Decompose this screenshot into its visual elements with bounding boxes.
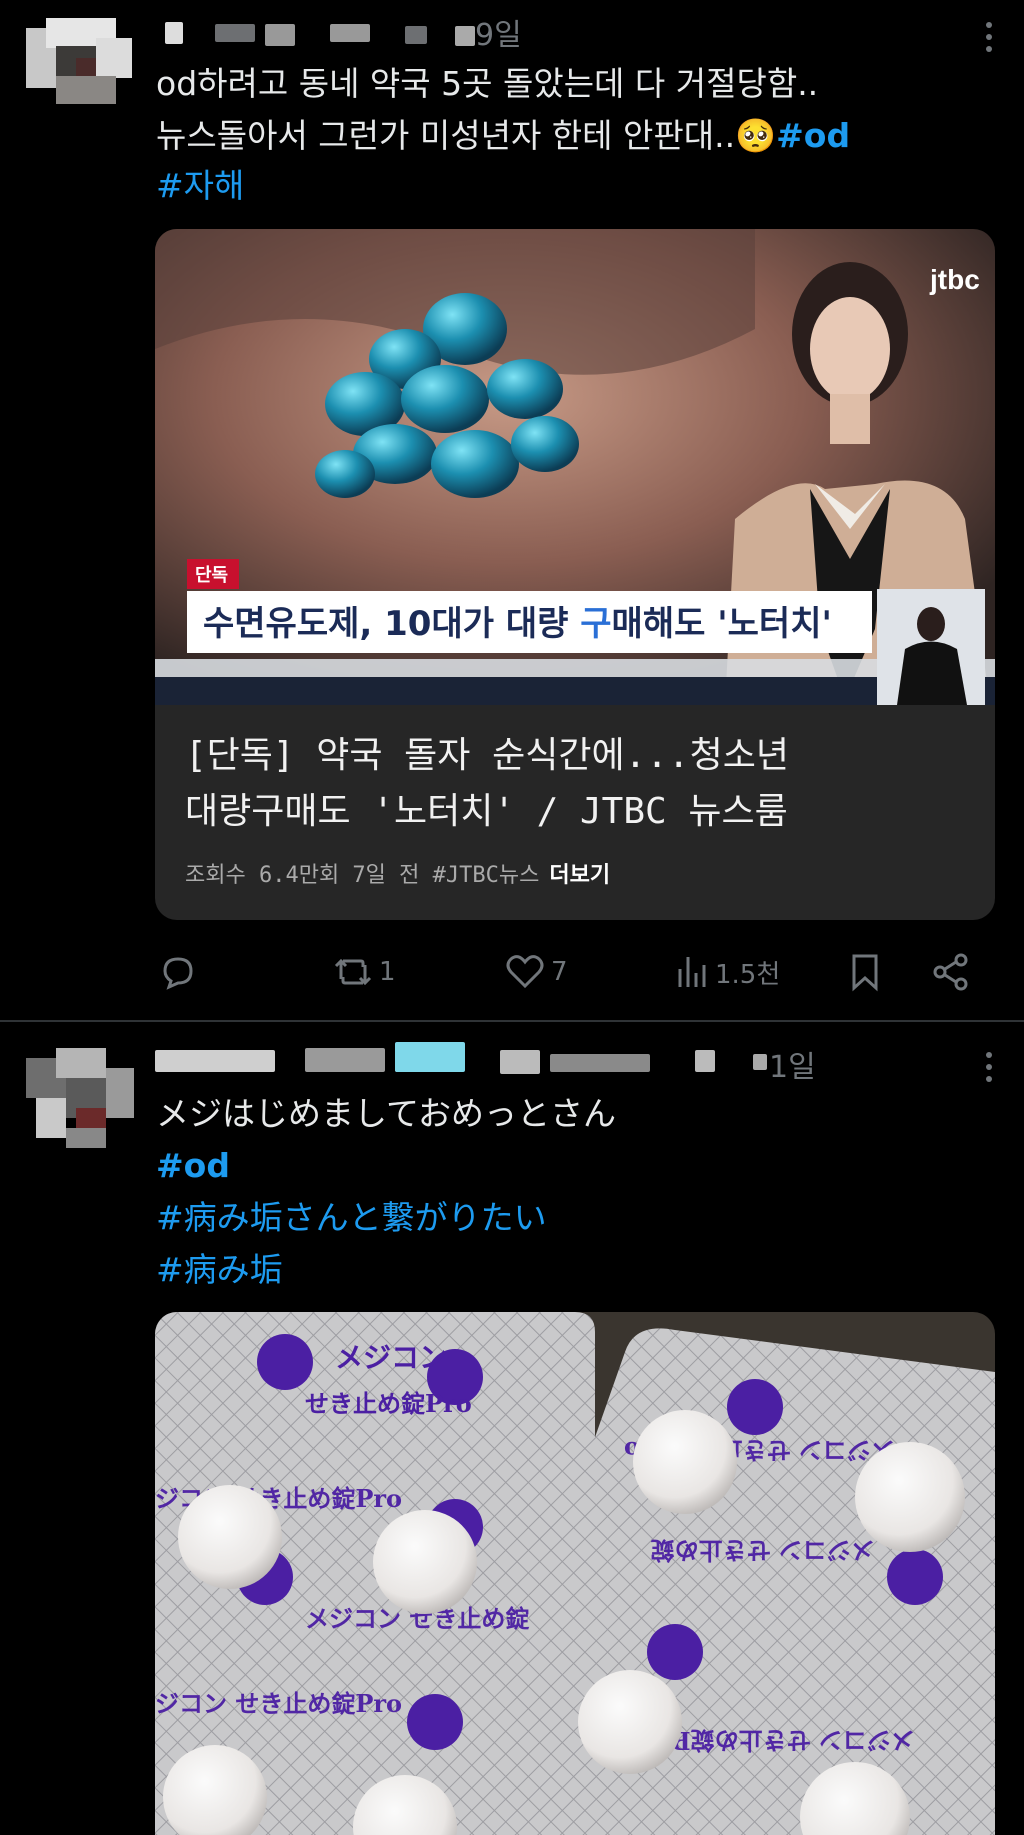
hashtag-od[interactable]: #od (156, 1140, 230, 1192)
channel-logo: jtbc (929, 264, 980, 295)
like-button[interactable]: 7 (505, 950, 568, 994)
repost-button[interactable]: 1 (333, 950, 396, 994)
view-count: 1.5천 (715, 959, 781, 990)
post-image[interactable]: メジコン せき止め錠Pro ジコン せき止め錠Pro メジコン せき止め錠 ジコ… (155, 1312, 995, 1835)
post-time[interactable]: 1일 (769, 1042, 816, 1086)
card-meta: 조회수 6.4만회 7일 전 #JTBC뉴스 더보기 (185, 857, 610, 889)
post-text-line-1: od하려고 동네 약국 5곳 돌았는데 다 거절당함.. (156, 64, 819, 103)
video-thumbnail[interactable]: jtbc 단독 수면유도제, 10대가 대량 구매해도 '노터치' (155, 229, 995, 705)
card-title-line-2[interactable]: 대량구매도 '노터치' / JTBC 뉴스룸 (185, 783, 788, 841)
brand-text: ジコン せき止め錠Pro (155, 1689, 402, 1718)
repost-icon (334, 958, 372, 986)
share-button[interactable] (931, 950, 971, 994)
hashtag-yamiaka[interactable]: #病み垢 (156, 1244, 283, 1296)
post-text-line-2-body: 뉴스돌아서 그런가 미성년자 한테 안판대.. (156, 116, 736, 155)
hashtag-od[interactable]: #od (776, 116, 850, 155)
repost-count: 1 (379, 957, 396, 987)
post-text-line-2: 뉴스돌아서 그런가 미성년자 한테 안판대..🥺#od (156, 110, 850, 162)
news-frame-image: jtbc 단독 수면유도제, 10대가 대량 구매해도 '노터치' (155, 229, 995, 705)
pleading-face-emoji: 🥺 (735, 116, 777, 155)
avatar[interactable] (26, 1048, 134, 1148)
brand-text: メジコン せき止め錠Pro (644, 1726, 915, 1755)
heart-icon (506, 955, 544, 989)
like-count: 7 (551, 957, 568, 987)
more-options-icon[interactable] (986, 22, 996, 58)
post-text-line-1: メジはじめましておめっとさん (156, 1094, 617, 1133)
action-bar: 1 7 1.5천 (155, 950, 975, 994)
hashtag-self-harm[interactable]: #자해 (156, 160, 244, 212)
bar-chart-icon (678, 957, 706, 987)
card-more-link[interactable]: 더보기 (549, 863, 610, 888)
caption-part-c: 매해도 '노터치' (612, 604, 832, 644)
news-caption: 수면유도제, 10대가 대량 구매해도 '노터치' (203, 604, 832, 644)
caption-part-b: 구 (580, 604, 611, 644)
card-title-line-1[interactable]: [단독] 약국 돌자 순식간에...청소년 (185, 727, 789, 785)
author-header[interactable]: 9일 (155, 10, 855, 53)
brand-label: メジコン (335, 1341, 447, 1374)
caption-part-a: 수면유도제, 10대가 대량 (203, 604, 580, 644)
more-options-icon[interactable] (986, 1052, 996, 1088)
brand-text: メジコン せき止め錠 (651, 1536, 875, 1565)
tweet-post-2[interactable]: 1일 メジはじめましておめっとさん #od #病み垢さんと繋がりたい #病み垢 (0, 1022, 1024, 1835)
link-card[interactable]: [단독] 약국 돌자 순식간에...청소년 대량구매도 '노터치' / JTBC… (155, 705, 995, 920)
card-meta-text: 조회수 6.4만회 7일 전 #JTBC뉴스 (185, 863, 540, 888)
brand-sub-label: せき止め錠Pro (305, 1389, 472, 1418)
exclusive-badge: 단독 (195, 565, 228, 586)
bookmark-icon (852, 954, 878, 992)
avatar[interactable] (26, 18, 134, 104)
share-icon (933, 953, 968, 991)
post-time[interactable]: 9일 (475, 10, 522, 54)
reply-button[interactable] (159, 950, 203, 994)
blister-pack-image: メジコン せき止め錠Pro ジコン せき止め錠Pro メジコン せき止め錠 ジコ… (155, 1312, 995, 1835)
tweet-post-1[interactable]: 9일 od하려고 동네 약국 5곳 돌았는데 다 거절당함.. 뉴스돌아서 그런… (0, 0, 1024, 1020)
hashtag-yamiaka-connect[interactable]: #病み垢さんと繋がりたい (156, 1192, 547, 1244)
views-button[interactable]: 1.5천 (675, 950, 780, 994)
author-header[interactable]: 1일 (155, 1042, 855, 1085)
reply-icon (163, 957, 193, 990)
bookmark-button[interactable] (848, 950, 882, 994)
